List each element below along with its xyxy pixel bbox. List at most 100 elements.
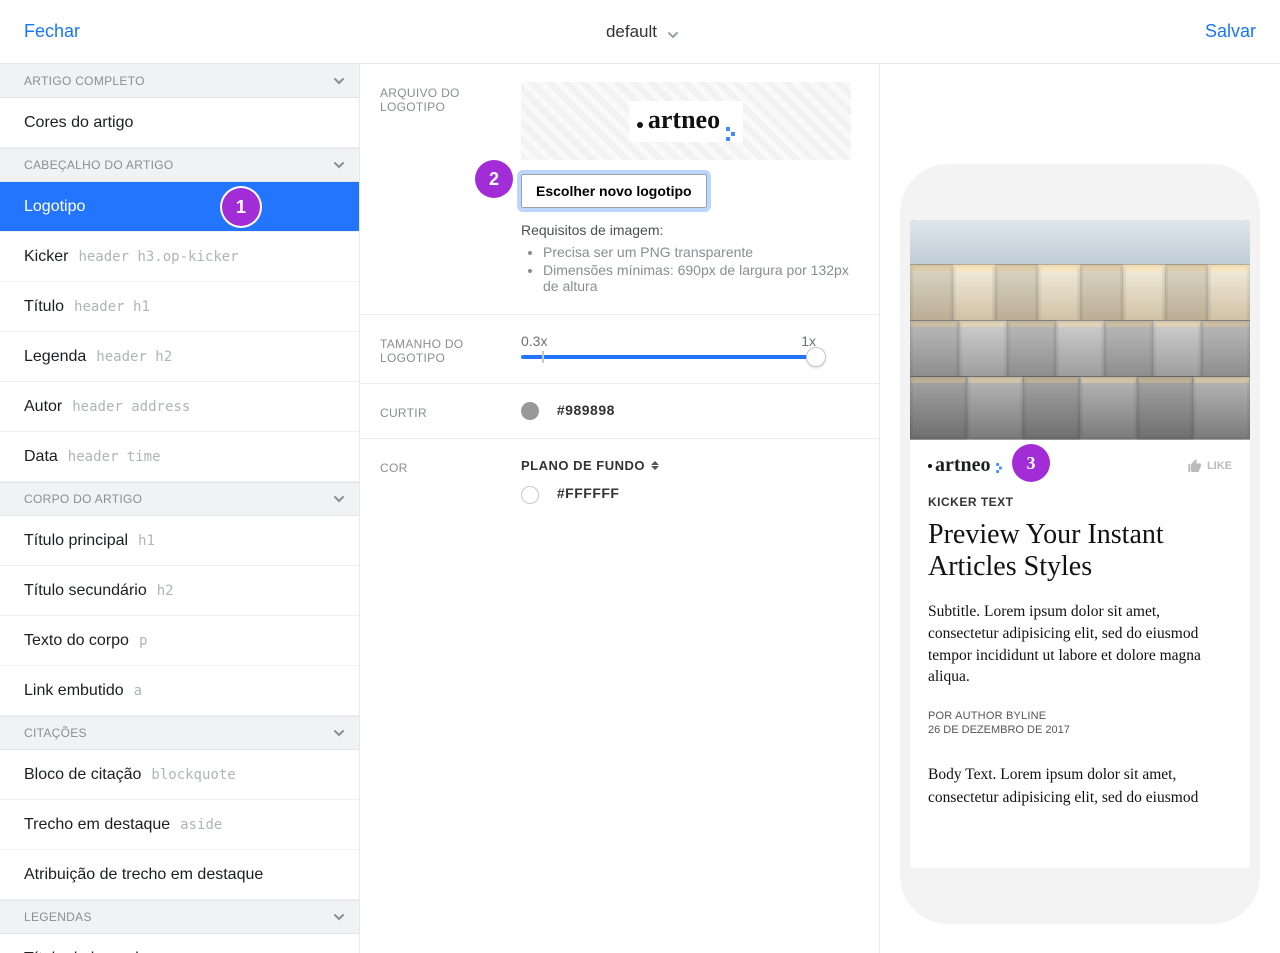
sidebar-item-label: Texto do corpo: [24, 632, 129, 650]
style-name: default: [606, 22, 657, 42]
thumbs-up-icon: [1187, 458, 1203, 474]
section-article-header[interactable]: CABEÇALHO DO ARTIGO: [0, 148, 359, 182]
sidebar-item-date[interactable]: Dataheader time: [0, 432, 359, 482]
slider-tick: [542, 351, 544, 363]
row-logo-size: TAMANHO DO LOGOTIPO 0.3x 1x: [360, 315, 879, 384]
sidebar-item-hint: blockquote: [151, 767, 235, 783]
sidebar-item-kicker[interactable]: Kicker header h3.op-kicker: [0, 232, 359, 282]
sidebar-item-colors[interactable]: Cores do artigo: [0, 98, 359, 148]
sidebar-item-label: Cores do artigo: [24, 114, 133, 132]
sidebar-item-label: Logotipo: [24, 198, 85, 216]
sidebar-item-hint: h1: [138, 533, 155, 549]
sidebar-item-label: Título principal: [24, 532, 128, 550]
sidebar-item-hint: a: [134, 683, 142, 699]
sidebar-item-body-text[interactable]: Texto do corpo p: [0, 616, 359, 666]
badge-1: 1: [222, 188, 260, 226]
logo-image: artneo: [629, 101, 743, 142]
field-label: TAMANHO DO LOGOTIPO: [380, 333, 505, 365]
sidebar-item-label: Bloco de citação: [24, 766, 141, 784]
logo-text: artneo: [935, 454, 991, 477]
logo-size-slider[interactable]: 0.3x 1x: [521, 333, 816, 359]
color-swatch[interactable]: [521, 486, 539, 504]
color-target-dropdown[interactable]: PLANO DE FUNDO: [521, 458, 659, 473]
sidebar-item-hint: header time: [68, 449, 161, 465]
row-logo-file: ARQUIVO DO LOGOTIPO artneo 2 Escolher no…: [360, 64, 879, 315]
like-button[interactable]: LIKE: [1187, 458, 1232, 474]
sidebar-item-small-caption-title[interactable]: Título de legenda pequena: [0, 934, 359, 953]
section-label: CORPO DO ARTIGO: [24, 492, 142, 506]
sidebar-item-hint: header h1: [74, 299, 150, 315]
sidebar-item-title[interactable]: Títuloheader h1: [0, 282, 359, 332]
preview-byline: POR AUTHOR BYLINE: [928, 710, 1232, 722]
sidebar-item-hint: header h2: [96, 349, 172, 365]
section-captions[interactable]: LEGENDAS: [0, 900, 359, 934]
editor-panel: ARQUIVO DO LOGOTIPO artneo 2 Escolher no…: [360, 64, 880, 953]
field-label: COR: [380, 457, 505, 503]
close-link[interactable]: Fechar: [24, 21, 80, 42]
sidebar-item-label: Autor: [24, 398, 62, 416]
like-label: LIKE: [1207, 460, 1232, 472]
sidebar-item-label: Título secundário: [24, 582, 147, 600]
hero-image: [910, 220, 1250, 440]
requirement-item: Precisa ser um PNG transparente: [543, 244, 859, 260]
article-body: KICKER TEXT Preview Your Instant Article…: [910, 483, 1250, 821]
badge-3: 3: [1012, 444, 1050, 482]
sidebar-item-logo[interactable]: Logotipo 1: [0, 182, 359, 232]
section-quotes[interactable]: CITAÇÕES: [0, 716, 359, 750]
section-article-body[interactable]: CORPO DO ARTIGO: [0, 482, 359, 516]
row-like-color: CURTIR #989898: [360, 384, 879, 439]
chevron-down-icon: [333, 911, 345, 923]
preview-kicker: KICKER TEXT: [928, 495, 1232, 509]
section-label: CABEÇALHO DO ARTIGO: [24, 158, 174, 172]
sidebar-item-label: Kicker: [24, 248, 68, 266]
sidebar-item-h1[interactable]: Título principal h1: [0, 516, 359, 566]
color-value: #FFFFFF: [557, 485, 620, 501]
dropdown-label: PLANO DE FUNDO: [521, 458, 645, 473]
preview-logo: artneo 3: [928, 454, 1003, 477]
slider-handle[interactable]: [806, 347, 826, 367]
logo-text: artneo: [648, 105, 720, 135]
slider-min-label: 0.3x: [521, 333, 547, 349]
sidebar-item-hint: aside: [180, 817, 222, 833]
color-value: #989898: [557, 402, 615, 418]
style-selector[interactable]: default: [606, 22, 679, 42]
preview-title: Preview Your Instant Articles Styles: [928, 519, 1232, 583]
preview-subtitle: Subtitle. Lorem ipsum dolor sit amet, co…: [928, 601, 1232, 688]
article-header-bar: artneo 3 LIKE: [910, 440, 1250, 483]
chevron-down-icon: [333, 159, 345, 171]
badge-2: 2: [475, 160, 513, 198]
color-swatch[interactable]: [521, 402, 539, 420]
sidebar-item-label: Trecho em destaque: [24, 816, 170, 834]
row-color: COR PLANO DE FUNDO #FFFFFF: [360, 439, 879, 521]
sidebar-item-label: Legenda: [24, 348, 86, 366]
preview-column: artneo 3 LIKE KICKER TEXT Preview Your I…: [880, 64, 1280, 953]
preview-body-text: Body Text. Lorem ipsum dolor sit amet, c…: [928, 764, 1232, 809]
sidebar-item-hint: p: [139, 633, 147, 649]
section-label: LEGENDAS: [24, 910, 92, 924]
sidebar-item-inline-link[interactable]: Link embutido a: [0, 666, 359, 716]
section-label: CITAÇÕES: [24, 726, 87, 740]
sidebar-item-hint: header address: [72, 399, 190, 415]
choose-logo-button[interactable]: Escolher novo logotipo: [521, 174, 707, 208]
topbar: Fechar default Salvar: [0, 0, 1280, 64]
sidebar-item-hint: h2: [157, 583, 174, 599]
section-full-article[interactable]: ARTIGO COMPLETO: [0, 64, 359, 98]
field-label: CURTIR: [380, 402, 505, 420]
phone-frame: artneo 3 LIKE KICKER TEXT Preview Your I…: [900, 164, 1260, 924]
sidebar-item-h2[interactable]: Título secundário h2: [0, 566, 359, 616]
chevron-down-icon: [667, 26, 679, 38]
phone-screen: artneo 3 LIKE KICKER TEXT Preview Your I…: [910, 220, 1250, 868]
image-requirements: Requisitos de imagem: Precisa ser um PNG…: [521, 222, 859, 294]
requirements-title: Requisitos de imagem:: [521, 222, 859, 238]
sidebar-item-blockquote[interactable]: Bloco de citação blockquote: [0, 750, 359, 800]
sidebar-item-hint: header h3.op-kicker: [78, 249, 238, 265]
sidebar-item-label: Link embutido: [24, 682, 124, 700]
save-link[interactable]: Salvar: [1205, 21, 1256, 42]
sidebar-item-pullquote-attribution[interactable]: Atribuição de trecho em destaque: [0, 850, 359, 900]
sidebar-item-pullquote[interactable]: Trecho em destaque aside: [0, 800, 359, 850]
sidebar-item-legend[interactable]: Legenda header h2: [0, 332, 359, 382]
sidebar-item-author[interactable]: Autor header address: [0, 382, 359, 432]
chevron-down-icon: [333, 493, 345, 505]
requirement-item: Dimensões mínimas: 690px de largura por …: [543, 262, 859, 294]
chevron-down-icon: [333, 75, 345, 87]
